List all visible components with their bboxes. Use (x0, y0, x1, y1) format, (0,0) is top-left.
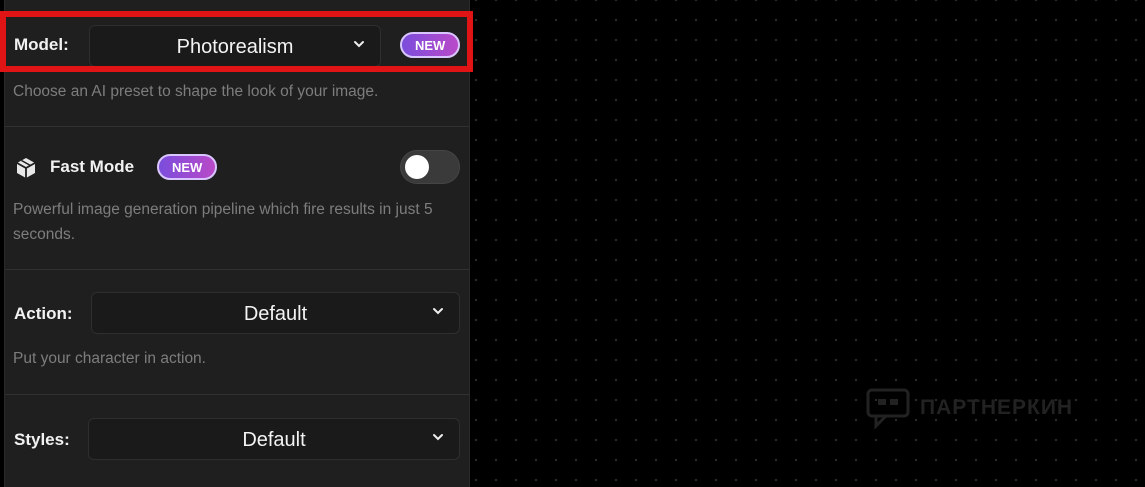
styles-label: Styles: (14, 430, 70, 449)
chevron-down-icon (433, 308, 443, 315)
action-label: Action: (14, 304, 73, 323)
styles-select-value: Default (242, 429, 306, 451)
fast-mode-section: Fast Mode NEW Powerful image generation … (5, 127, 469, 270)
model-description: Choose an AI preset to shape the look of… (13, 83, 379, 100)
model-badge-text: NEW (415, 37, 446, 53)
app-root: ПАРТНЕРКИН Model: Photorealism NEW Choos… (0, 0, 1145, 487)
styles-section: Styles: Default (5, 395, 469, 487)
model-select[interactable]: Photorealism (89, 25, 381, 67)
fast-mode-badge-text: NEW (172, 159, 203, 175)
action-section: Action: Default Put your character in ac… (5, 270, 469, 395)
model-section: Model: Photorealism NEW Choose an AI pre… (5, 0, 469, 127)
chevron-down-icon (433, 434, 443, 441)
styles-select[interactable]: Default (88, 418, 460, 460)
fast-mode-toggle[interactable] (400, 150, 460, 184)
action-select[interactable]: Default (91, 292, 460, 334)
chat-bubble-icon (866, 388, 910, 430)
model-label: Model: (14, 35, 69, 54)
toggle-knob (405, 155, 429, 179)
cube-icon (16, 158, 36, 178)
action-description: Put your character in action. (13, 350, 206, 367)
fast-mode-new-badge: NEW (157, 154, 218, 180)
fast-mode-label: Fast Mode (50, 157, 135, 176)
fast-mode-description: Powerful image generation pipeline which… (13, 201, 433, 243)
settings-panel: Model: Photorealism NEW Choose an AI pre… (4, 0, 470, 487)
model-new-badge: NEW (400, 32, 461, 58)
watermark: ПАРТНЕРКИН (866, 386, 1073, 430)
model-select-value: Photorealism (176, 36, 294, 58)
watermark-text: ПАРТНЕРКИН (920, 396, 1074, 419)
action-select-value: Default (243, 303, 308, 325)
chevron-down-icon (354, 41, 364, 48)
